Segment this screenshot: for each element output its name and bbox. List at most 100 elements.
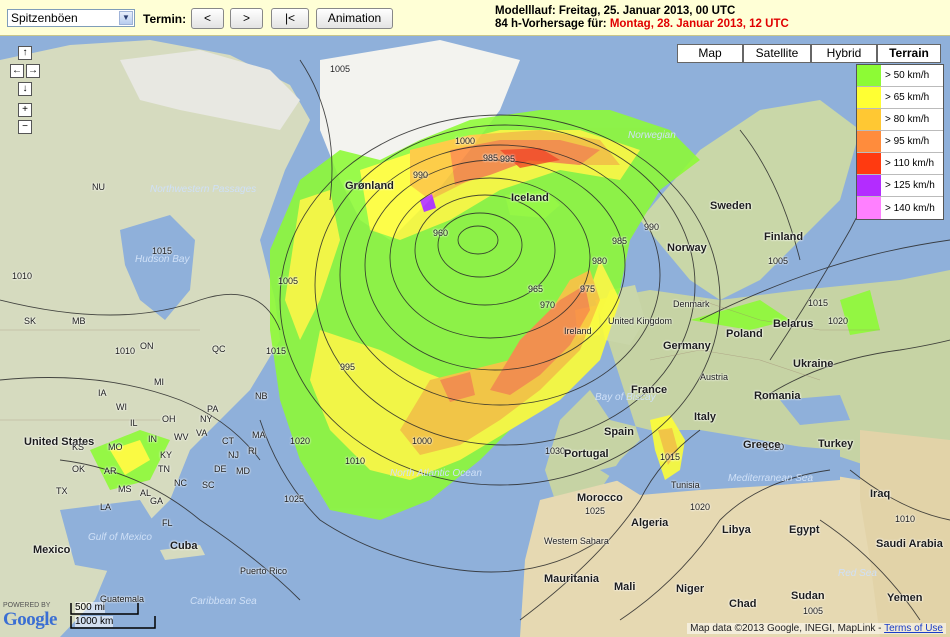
map-type-map[interactable]: Map xyxy=(677,44,743,63)
place-label: Austria xyxy=(700,372,729,382)
legend-swatch xyxy=(857,87,881,108)
prev-button[interactable]: < xyxy=(191,8,224,29)
place-label: IA xyxy=(98,388,107,398)
sea-label: Norwegian xyxy=(628,130,676,141)
chevron-down-icon[interactable]: ▼ xyxy=(119,11,133,25)
place-label: Romania xyxy=(754,390,801,402)
wind-gust-legend: > 50 km/h > 65 km/h > 80 km/h > 95 km/h … xyxy=(856,64,944,220)
place-label: Spain xyxy=(604,426,634,438)
place-label: ON xyxy=(140,341,154,351)
google-logo[interactable]: POWERED BY Google xyxy=(3,602,58,631)
place-label: Ukraine xyxy=(793,358,834,370)
place-label: MB xyxy=(72,316,86,326)
place-label: Grønland xyxy=(345,180,394,192)
place-label: RI xyxy=(248,446,257,456)
isobar-label: 1015 xyxy=(266,346,287,356)
map-type-hybrid[interactable]: Hybrid xyxy=(811,44,877,63)
place-label: Libya xyxy=(722,524,751,536)
isobar-label: 970 xyxy=(540,300,556,310)
place-label: Iceland xyxy=(511,192,549,204)
pan-right-button[interactable]: → xyxy=(26,64,40,78)
map-canvas[interactable]: 1005 1000 995 990 985 960 965 970 975 98… xyxy=(0,36,950,637)
place-label: Mali xyxy=(614,581,636,593)
attribution-text: Map data ©2013 Google, INEGI, MapLink xyxy=(690,623,876,634)
place-label: TX xyxy=(56,486,68,496)
place-label: PA xyxy=(207,404,219,414)
place-label: FL xyxy=(162,518,173,528)
place-label: Cuba xyxy=(170,540,198,552)
isobar-label: 1030 xyxy=(545,446,566,456)
place-label: Chad xyxy=(729,598,757,610)
isobar-label: 1000 xyxy=(455,136,476,146)
first-button[interactable]: |< xyxy=(271,8,309,29)
place-label: LA xyxy=(100,502,112,512)
sea-label: Red Sea xyxy=(838,568,877,579)
forecast-prefix: 84 h-Vorhersage für: xyxy=(495,18,610,30)
place-label: TN xyxy=(158,464,170,474)
place-label: NB xyxy=(255,391,268,401)
isobar-label: 1020 xyxy=(290,436,311,446)
place-label: Western Sahara xyxy=(544,536,609,546)
toolbar: Spitzenböen ▼ Termin: < > |< Animation M… xyxy=(0,0,950,36)
pan-down-button[interactable]: ↓ xyxy=(18,82,32,96)
scale-miles: 500 mi xyxy=(75,602,106,613)
place-label: SK xyxy=(24,316,37,326)
isobar-label: 1015 xyxy=(808,298,829,308)
legend-swatch xyxy=(857,175,881,196)
animation-button[interactable]: Animation xyxy=(316,8,393,29)
isobar-label: 975 xyxy=(580,284,596,294)
place-label: MI xyxy=(154,377,164,387)
pan-up-button[interactable]: ↑ xyxy=(18,46,32,60)
map-type-terrain[interactable]: Terrain xyxy=(877,44,941,63)
legend-row: > 125 km/h xyxy=(857,175,943,197)
legend-row: > 140 km/h xyxy=(857,197,943,219)
place-label: WV xyxy=(174,432,189,442)
zoom-in-button[interactable]: + xyxy=(18,103,32,117)
place-label: Denmark xyxy=(673,299,710,309)
place-label: Belarus xyxy=(773,318,814,330)
isobar-label: 1005 xyxy=(803,606,824,616)
place-label: MO xyxy=(108,442,123,452)
zoom-out-button[interactable]: − xyxy=(18,120,32,134)
place-label: NY xyxy=(200,414,213,424)
isobar-label: 990 xyxy=(644,222,660,232)
isobar-label: 1010 xyxy=(345,456,366,466)
place-label: DE xyxy=(214,464,227,474)
legend-label: > 50 km/h xyxy=(885,70,930,81)
isobar-label: 1020 xyxy=(690,502,711,512)
place-label: Puerto Rico xyxy=(240,566,288,576)
map-type-satellite[interactable]: Satellite xyxy=(743,44,811,63)
pan-left-button[interactable]: ← xyxy=(10,64,24,78)
terms-of-use-link[interactable]: Terms of Use xyxy=(884,623,943,634)
place-label: MD xyxy=(236,466,250,476)
place-label: Egypt xyxy=(789,524,820,536)
place-label: VA xyxy=(196,428,208,438)
isobar-label: 985 xyxy=(612,236,628,246)
place-label: IN xyxy=(148,434,157,444)
forecast-line: 84 h-Vorhersage für: Montag, 28. Januar … xyxy=(495,18,789,31)
place-label: Ireland xyxy=(564,326,592,336)
place-label: Tunisia xyxy=(671,480,700,490)
place-label: Norway xyxy=(667,242,707,254)
isobar-label: 995 xyxy=(340,362,356,372)
legend-label: > 80 km/h xyxy=(885,114,930,125)
scale-bar: 500 mi 1000 km xyxy=(70,602,158,630)
place-label: CT xyxy=(222,436,234,446)
termin-label: Termin: xyxy=(143,12,187,26)
place-label: NJ xyxy=(228,450,239,460)
place-label: Iraq xyxy=(870,488,891,500)
parameter-select[interactable]: Spitzenböen ▼ xyxy=(7,9,135,27)
sea-label: Gulf of Mexico xyxy=(88,532,152,543)
sea-label: Caribbean Sea xyxy=(190,596,257,607)
place-label: Algeria xyxy=(631,517,669,529)
legend-label: > 140 km/h xyxy=(885,202,935,214)
isobar-label: 1020 xyxy=(828,316,849,326)
place-label: Italy xyxy=(694,411,717,423)
next-button[interactable]: > xyxy=(230,8,263,29)
sea-label: Mediterranean Sea xyxy=(728,473,814,484)
legend-row: > 65 km/h xyxy=(857,87,943,109)
legend-row: > 80 km/h xyxy=(857,109,943,131)
place-label: Morocco xyxy=(577,492,623,504)
isobar-label: 1005 xyxy=(330,64,351,74)
place-label: Yemen xyxy=(887,592,923,604)
